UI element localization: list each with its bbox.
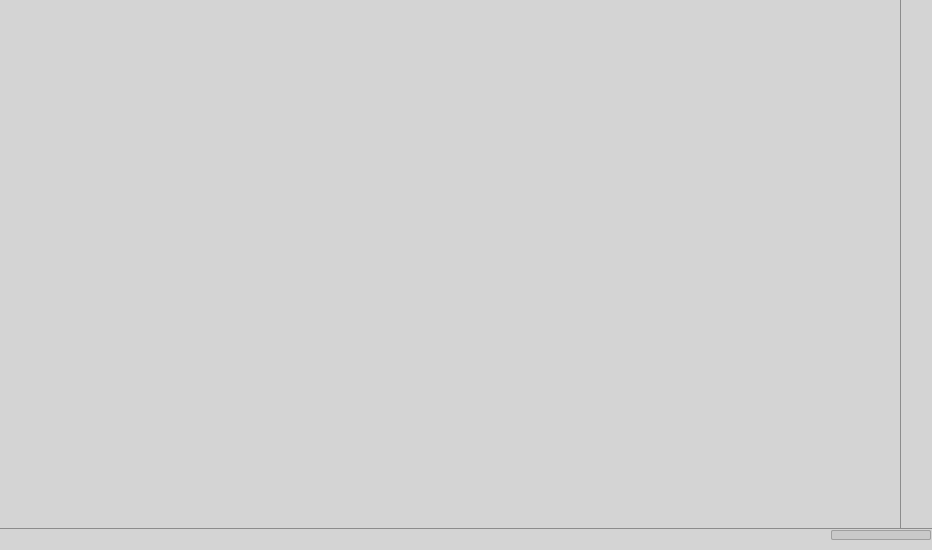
chart-plot-area[interactable] [0,0,902,528]
price-axis[interactable] [900,0,932,528]
axis-corner-box[interactable] [831,530,931,540]
time-axis[interactable] [0,528,932,550]
trading-chart-window [0,0,932,550]
